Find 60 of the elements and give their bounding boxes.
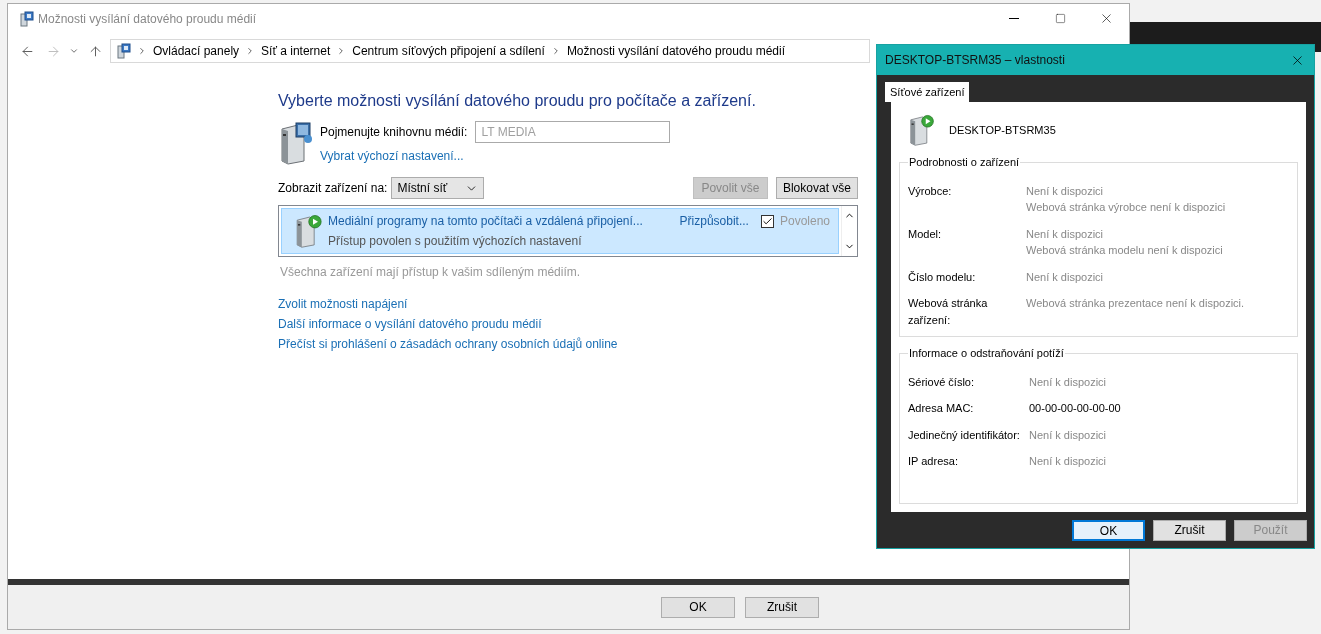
- property-label: Adresa MAC:: [908, 401, 975, 416]
- property-value: Není k dispozici: [1026, 226, 1105, 242]
- window-title: Možnosti vysílání datového proudu médií: [38, 10, 257, 28]
- help-link[interactable]: Další informace o vysílání datového proudu médií: [278, 315, 618, 333]
- property-value: Není k dispozici: [1026, 269, 1104, 285]
- group-title: Podrobnosti o zařízení: [908, 155, 1021, 170]
- access-note: Všechna zařízení mají přístup k vašim sdíleným médiím.: [279, 264, 581, 281]
- device-status: Přístup povolen s použitím výchozích nastavení: [328, 233, 583, 250]
- tab[interactable]: Síťové zařízení: [885, 82, 970, 102]
- breadcrumb-item[interactable]: Možnosti vysílání datového proudu médií: [566, 42, 785, 60]
- field-label: Zobrazit zařízení na:: [278, 180, 388, 197]
- checkbox-label: Povoleno: [779, 213, 830, 230]
- property-label: Sériové číslo:: [908, 374, 976, 390]
- dialog-button[interactable]: OK: [1072, 519, 1145, 541]
- property-value: Není k dispozici: [1029, 454, 1107, 469]
- breadcrumb-item[interactable]: Ovládací panely: [153, 42, 240, 60]
- device-name: DESKTOP-BTSRM35: [949, 122, 1056, 138]
- address-bar[interactable]: Ovládací panely Síť a internet Centrum síťových připojení a sdílení Možnosti vysílání datového proudu médií: [110, 39, 870, 63]
- media-library-icon: [278, 121, 314, 165]
- up-icon: [87, 43, 103, 59]
- list-action-button[interactable]: Blokovat vše: [775, 177, 858, 199]
- chevron-icon: [137, 46, 147, 56]
- property-value: Není k dispozici: [1029, 374, 1107, 390]
- dialog-button[interactable]: Zrušit: [1153, 519, 1226, 541]
- property-value: 00-00-00-00-00-00: [1029, 401, 1121, 416]
- field-label: Pojmenujte knihovnu médií:: [320, 124, 468, 141]
- control-panel-icon: [18, 10, 34, 27]
- forward-icon: [45, 43, 61, 59]
- help-link[interactable]: Přečíst si prohlášení o zásadách ochrany osobních údajů online: [278, 335, 618, 353]
- allowed-checkbox[interactable]: [760, 214, 774, 228]
- device-icon: [294, 214, 322, 248]
- property-label: Webová stránka zařízení:: [908, 296, 989, 328]
- group-title: Informace o odstraňování potíží: [908, 346, 1065, 361]
- property-label: Výrobce:: [908, 183, 953, 199]
- property-value: Webová stránka modelu není k dispozici: [1026, 243, 1223, 258]
- control-panel-icon: [115, 43, 131, 59]
- property-value: Není k dispozici: [1029, 427, 1107, 443]
- network-dropdown[interactable]: Místní síť: [391, 177, 485, 199]
- help-link[interactable]: Zvolit možnosti napájení: [278, 295, 618, 313]
- property-label: Model:: [908, 226, 943, 242]
- property-label: Číslo modelu:: [908, 269, 977, 285]
- minimize-icon: [1009, 18, 1019, 19]
- back-icon: [19, 43, 35, 59]
- device-name[interactable]: Mediální programy na tomto počítači a vzdálená připojení...: [328, 212, 643, 230]
- breadcrumb-item[interactable]: Centrum síťových připojení a sdílení: [352, 42, 545, 60]
- dialog-title: DESKTOP-BTSRM35 – vlastnosti: [885, 52, 1065, 69]
- dialog-button[interactable]: OK: [661, 596, 735, 618]
- customize-link[interactable]: Přizpůsobit...: [679, 212, 749, 230]
- property-label: IP adresa:: [908, 454, 959, 469]
- page-heading: Vyberte možnosti vysílání datového proudu pro počítače a zařízení.: [278, 91, 756, 111]
- computer-icon: [907, 114, 935, 146]
- maximize-icon: [1054, 13, 1066, 24]
- device-row[interactable]: Mediální programy na tomto počítači a vzdálená připojení... Přizpůsobit... Povoleno Přístup povolen s použitím výchozích nastavení: [281, 208, 839, 254]
- property-value: Webová stránka výrobce není k dispozici: [1026, 200, 1226, 215]
- dialog-button[interactable]: Zrušit: [745, 596, 819, 618]
- property-value: Webová stránka prezentace není k dispozici.: [1026, 296, 1245, 311]
- property-value: Není k dispozici: [1026, 183, 1105, 199]
- breadcrumb-item[interactable]: Síť a internet: [261, 42, 331, 60]
- chevron-icon: [69, 46, 79, 56]
- property-label: Jedinečný identifikátor:: [908, 427, 1021, 443]
